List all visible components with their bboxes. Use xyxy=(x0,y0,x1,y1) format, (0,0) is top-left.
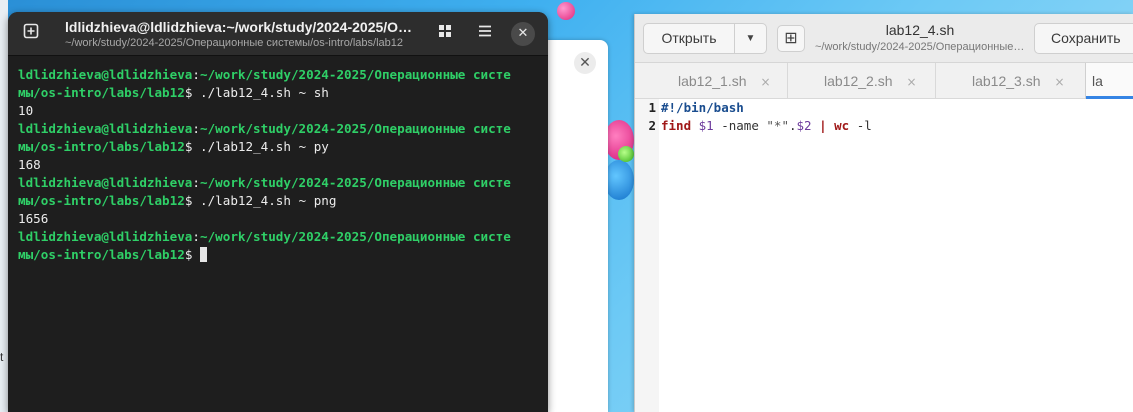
terminal-cursor xyxy=(200,247,207,262)
code-editor-area[interactable]: 1 #!/bin/bash 2 find $1 -name "*".$2 | wc … xyxy=(635,99,1133,412)
desktop-balloon xyxy=(618,146,634,162)
editor-tabbar: lab12_1.sh × lab12_2.sh × lab12_3.sh × la xyxy=(635,63,1133,99)
line-number-gutter xyxy=(635,99,659,412)
terminal-headerbar: ldlidzhieva@ldlidzhieva:~/work/study/202… xyxy=(8,12,548,56)
terminal-title: ldlidzhieva@ldlidzhieva:~/work/study/202… xyxy=(65,19,417,35)
background-window-edge: t xyxy=(0,0,8,412)
background-text-fragment: t xyxy=(0,350,4,364)
tab-close-icon[interactable]: × xyxy=(761,75,771,89)
terminal-line: 10 xyxy=(18,103,34,118)
new-tab-icon[interactable] xyxy=(17,20,45,48)
terminal-line: ldlidzhieva@ldlidzhieva:~/work/study/202… xyxy=(18,175,511,190)
terminal-prompt-line[interactable]: мы/os-intro/labs/lab12$ xyxy=(18,246,538,264)
tab-close-icon[interactable]: × xyxy=(1055,75,1065,89)
desktop-balloon xyxy=(604,160,634,200)
new-document-icon[interactable]: ⊞ xyxy=(777,25,805,52)
terminal-line: мы/os-intro/labs/lab12$ ./lab12_4.sh ~ p… xyxy=(18,193,337,208)
open-button[interactable]: Открыть xyxy=(643,23,735,54)
terminal-window[interactable]: ldlidzhieva@ldlidzhieva:~/work/study/202… xyxy=(8,12,548,412)
document-title: lab12_4.sh xyxy=(885,22,955,38)
terminal-close-icon[interactable]: ✕ xyxy=(511,22,535,46)
terminal-line: ldlidzhieva@ldlidzhieva:~/work/study/202… xyxy=(18,229,511,244)
terminal-line: мы/os-intro/labs/lab12$ ./lab12_4.sh ~ p… xyxy=(18,139,329,154)
document-path: ~/work/study/2024-2025/Операционные сист… xyxy=(815,41,1025,53)
tab-overview-icon[interactable] xyxy=(431,20,459,48)
terminal-output[interactable]: ldlidzhieva@ldlidzhieva:~/work/study/202… xyxy=(8,56,548,264)
tab-close-icon[interactable]: × xyxy=(907,75,917,89)
terminal-subtitle: ~/work/study/2024-2025/Операционные сист… xyxy=(65,37,404,49)
terminal-line: мы/os-intro/labs/lab12$ ./lab12_4.sh ~ s… xyxy=(18,85,329,100)
open-dropdown-chevron-icon[interactable]: ▼ xyxy=(734,23,767,54)
tab-lab12-2[interactable]: lab12_2.sh × xyxy=(824,63,917,99)
tab-divider xyxy=(935,63,936,99)
line-number: 2 xyxy=(635,117,659,135)
code-line: 2 find $1 -name "*".$2 | wc -l xyxy=(635,117,1133,135)
tab-lab12-3[interactable]: lab12_3.sh × xyxy=(972,63,1065,99)
desktop-balloon xyxy=(557,2,575,20)
save-button[interactable]: Сохранить xyxy=(1034,23,1133,54)
terminal-line: ldlidzhieva@ldlidzhieva:~/work/study/202… xyxy=(18,121,511,136)
editor-headerbar: Открыть ▼ ⊞ lab12_4.sh ~/work/study/2024… xyxy=(635,14,1133,63)
hamburger-menu-icon[interactable] xyxy=(471,20,499,48)
terminal-line: 168 xyxy=(18,157,41,172)
tab-lab12-1[interactable]: lab12_1.sh × xyxy=(678,63,771,99)
tab-lab12-4-active[interactable]: la xyxy=(1085,63,1133,99)
line-number: 1 xyxy=(635,99,659,117)
terminal-line: 1656 xyxy=(18,211,49,226)
background-close-icon[interactable]: ✕ xyxy=(574,52,596,74)
code-line: 1 #!/bin/bash xyxy=(635,99,1133,117)
terminal-line: ldlidzhieva@ldlidzhieva:~/work/study/202… xyxy=(18,67,511,82)
tab-divider xyxy=(787,63,788,99)
text-editor-window[interactable]: Открыть ▼ ⊞ lab12_4.sh ~/work/study/2024… xyxy=(634,14,1133,412)
